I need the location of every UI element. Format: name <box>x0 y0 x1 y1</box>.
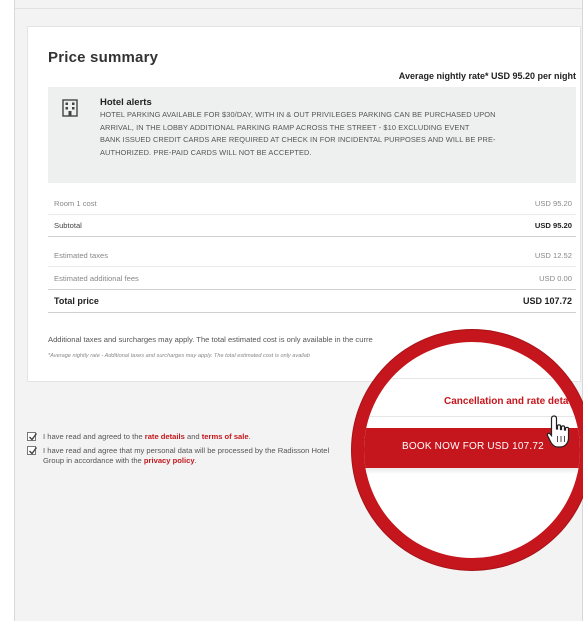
subtotal-row: Subtotal USD 95.20 <box>48 215 576 237</box>
book-now-label: BOOK NOW FOR USD 107.72 <box>402 441 544 452</box>
room-cost-label: Room 1 cost <box>54 199 97 208</box>
rate-footnote: *Average nightly rate - Additional taxes… <box>48 353 310 359</box>
privacy-checkbox[interactable] <box>27 446 38 455</box>
privacy-consent: I have read and agree that my personal d… <box>27 446 347 466</box>
rate-footnote-text: *Average nightly rate - Additional taxes… <box>48 353 311 359</box>
subtotal-value: USD 95.20 <box>534 221 572 230</box>
cost-breakdown: Room 1 cost USD 95.20 Subtotal USD 95.20… <box>48 193 576 313</box>
checkmark-icon <box>29 433 38 441</box>
hotel-alerts-title: Hotel alerts <box>100 97 152 108</box>
hand-pointer-icon <box>546 415 570 448</box>
estimated-taxes-value: USD 12.52 <box>534 251 572 260</box>
average-nightly-rate: Average nightly rate* USD 95.20 per nigh… <box>398 71 576 81</box>
total-price-value: USD 107.72 <box>522 296 572 306</box>
terms-consent: I have read and agreed to the rate detai… <box>27 432 347 442</box>
magnified-divider <box>364 378 580 379</box>
price-summary-title: Price summary <box>48 49 159 66</box>
magnifier-overlay: otel currency. Cancellation and rate det… <box>352 330 583 570</box>
checkmark-icon <box>29 447 38 455</box>
terms-consent-suffix: . <box>248 432 251 441</box>
terms-of-sale-link[interactable]: terms of sale <box>202 432 249 441</box>
rate-details-link[interactable]: rate details <box>145 432 185 441</box>
header-divider <box>15 8 582 9</box>
taxes-note-text: Additional taxes and surcharges may appl… <box>48 335 373 344</box>
button-shadow <box>364 468 580 474</box>
subtotal-label: Subtotal <box>54 221 82 230</box>
estimated-taxes-label: Estimated taxes <box>54 251 109 260</box>
consent-section: I have read and agreed to the rate detai… <box>27 432 347 470</box>
privacy-policy-link[interactable]: privacy policy <box>144 456 195 465</box>
terms-consent-prefix: I have read and agreed to the <box>43 432 145 441</box>
terms-checkbox[interactable] <box>27 432 38 441</box>
hotel-building-icon <box>62 99 78 117</box>
taxes-note: Additional taxes and surcharges may appl… <box>48 335 373 344</box>
estimated-fees-label: Estimated additional fees <box>54 273 139 283</box>
price-summary-card: Price summary Average nightly rate* USD … <box>27 26 581 382</box>
hotel-alerts-box: Hotel alerts HOTEL PARKING AVAILABLE FOR… <box>48 87 576 183</box>
cancellation-rate-details-link[interactable]: Cancellation and rate deta <box>444 396 568 407</box>
terms-consent-mid: and <box>184 432 202 441</box>
estimated-fees-row: Estimated additional fees USD 0.00 <box>48 267 576 289</box>
hotel-alert-line: AUTHORIZED. PRE-PAID CARDS WILL NOT BE A… <box>100 147 312 157</box>
hotel-alert-line: HOTEL PARKING AVAILABLE FOR $30/DAY, WIT… <box>100 110 496 119</box>
total-price-label: Total price <box>54 296 99 306</box>
hotel-alert-line: BANK ISSUED CREDIT CARDS ARE REQUIRED AT… <box>100 135 496 144</box>
hotel-alert-line: ARRIVAL, IN THE LOBBY ADDITIONAL PARKING… <box>100 122 470 132</box>
estimated-taxes-row: Estimated taxes USD 12.52 <box>48 245 576 267</box>
room-cost-value: USD 95.20 <box>534 199 572 208</box>
room-cost-row: Room 1 cost USD 95.20 <box>48 193 576 215</box>
estimated-fees-value: USD 0.00 <box>539 273 572 283</box>
privacy-consent-suffix: . <box>194 456 197 465</box>
total-price-row: Total price USD 107.72 <box>48 289 576 313</box>
magnified-note: otel currency. <box>538 356 574 362</box>
